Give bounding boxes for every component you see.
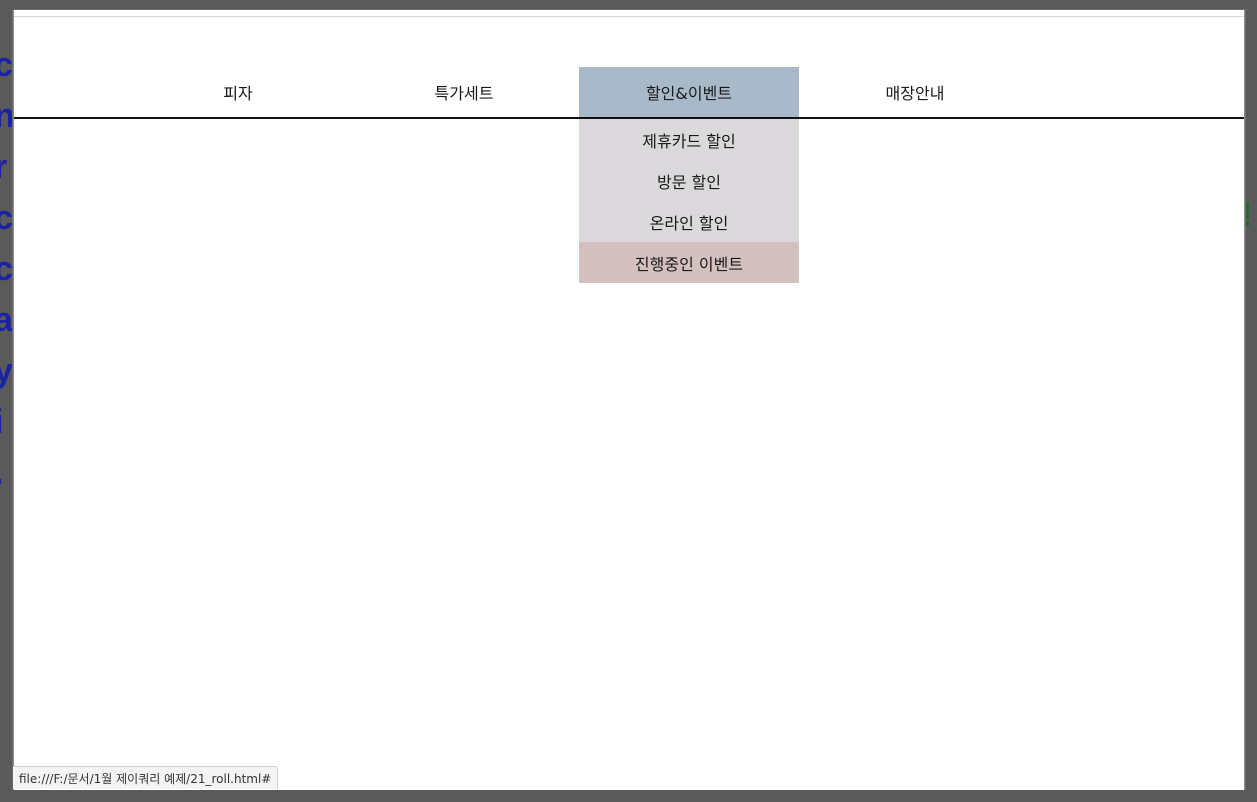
background-window-fragment-left: cnrccayi.	[0, 46, 14, 490]
submenu-item-label: 제휴카드 할인	[642, 131, 736, 151]
nav-item-special-set[interactable]: 특가세트	[354, 67, 574, 117]
nav-item-label: 특가세트	[434, 84, 494, 103]
nav-item-pizza[interactable]: 피자	[128, 67, 348, 117]
submenu-item-online-discount[interactable]: 온라인 할인	[579, 201, 799, 242]
submenu-item-label: 진행중인 이벤트	[634, 254, 744, 274]
browser-chrome-edge	[0, 0, 1257, 10]
browser-window: 피자 특가세트 할인&이벤트 매장안내 제휴카드 할인 방문 할인 온라인 할인…	[13, 10, 1245, 790]
discount-event-submenu: 제휴카드 할인 방문 할인 온라인 할인 진행중인 이벤트	[579, 119, 799, 283]
submenu-item-label: 방문 할인	[657, 172, 721, 192]
taskbar-edge	[0, 790, 1257, 802]
status-url-text: file:///F:/문서/1월 제이쿼리 예제/21_roll.html#	[19, 771, 272, 786]
nav-item-discount-event[interactable]: 할인&이벤트	[579, 67, 799, 117]
submenu-item-ongoing-event[interactable]: 진행중인 이벤트	[579, 242, 799, 283]
nav-item-label: 할인&이벤트	[645, 84, 733, 103]
status-bar-url: file:///F:/문서/1월 제이쿼리 예제/21_roll.html#	[13, 766, 279, 789]
main-nav: 피자 특가세트 할인&이벤트 매장안내	[14, 67, 1244, 119]
nav-item-label: 매장안내	[885, 84, 945, 103]
toolbar-divider	[14, 16, 1244, 17]
nav-item-label: 피자	[223, 84, 253, 103]
nav-item-store-info[interactable]: 매장안내	[805, 67, 1025, 117]
submenu-item-card-discount[interactable]: 제휴카드 할인	[579, 119, 799, 160]
submenu-item-visit-discount[interactable]: 방문 할인	[579, 160, 799, 201]
submenu-item-label: 온라인 할인	[649, 213, 729, 233]
